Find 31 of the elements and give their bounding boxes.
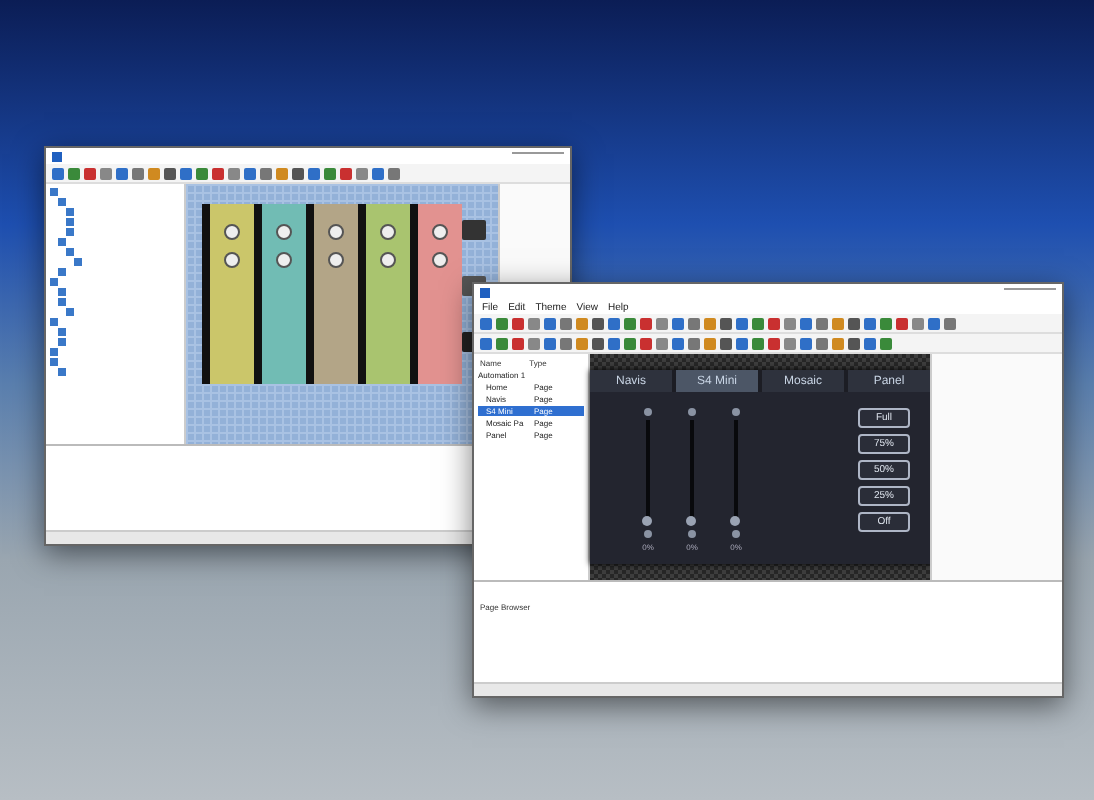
tree-node-icon[interactable] [50, 358, 58, 366]
tree-node-icon[interactable] [58, 268, 66, 276]
slider-thumb[interactable] [642, 515, 652, 525]
slider-thumb[interactable] [730, 515, 740, 525]
tree-node-icon[interactable] [50, 278, 58, 286]
slider-top-icon [644, 408, 652, 416]
tree-node-icon[interactable] [58, 368, 66, 376]
tree-node-icon[interactable] [50, 188, 58, 196]
app-icon [480, 287, 490, 297]
tree-node-icon[interactable] [66, 308, 74, 316]
tree-node-icon[interactable] [58, 328, 66, 336]
device-icon [462, 220, 486, 240]
slider-top-icon [732, 408, 740, 416]
slider-bottom-icon [732, 530, 740, 538]
tree-node-icon[interactable] [58, 338, 66, 346]
tree-node-icon[interactable] [58, 298, 66, 306]
tree-node-icon[interactable] [66, 228, 74, 236]
slider-thumb[interactable] [686, 515, 696, 525]
tree-node-icon[interactable] [50, 318, 58, 326]
app-icon [52, 151, 62, 161]
tree-node-icon[interactable] [58, 288, 66, 296]
slider-bottom-icon [688, 530, 696, 538]
tree-node-icon[interactable] [58, 198, 66, 206]
tree-node-icon[interactable] [66, 248, 74, 256]
tree-node-icon[interactable] [50, 348, 58, 356]
tree-node-icon[interactable] [58, 238, 66, 246]
tree-node-icon[interactable] [66, 218, 74, 226]
tree-node-icon[interactable] [66, 208, 74, 216]
slider-bottom-icon [644, 530, 652, 538]
slider-top-icon [688, 408, 696, 416]
tree-node-icon[interactable] [74, 258, 82, 266]
